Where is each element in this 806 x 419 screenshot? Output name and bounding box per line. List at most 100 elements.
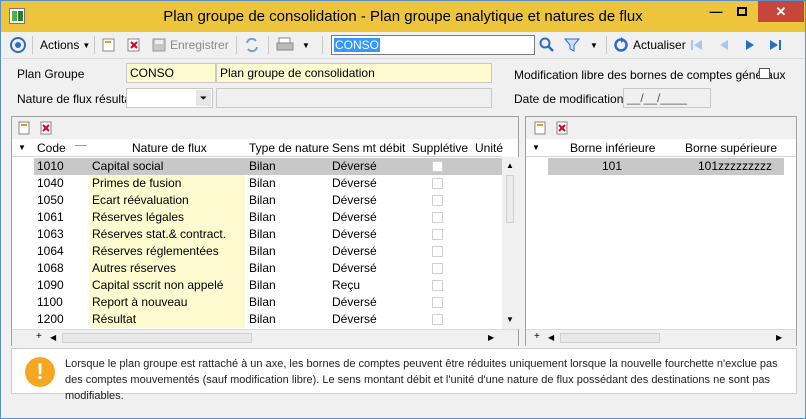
cell-type: Bilan (249, 278, 276, 292)
suppletive-checkbox[interactable] (432, 212, 443, 223)
cell-sens: Déversé (332, 159, 377, 173)
cell-sens: Déversé (332, 244, 377, 258)
next-page-icon[interactable] (743, 35, 757, 55)
cell-nature: Réserves réglementées (92, 244, 219, 258)
suppletive-checkbox[interactable] (432, 161, 443, 172)
cell-code: 1063 (37, 227, 64, 241)
cell-type: Bilan (249, 295, 276, 309)
nature-flux-resultat-label: Nature de flux résultat (17, 92, 135, 106)
previous-page-icon[interactable] (717, 35, 731, 55)
column-header-unite[interactable]: Unité (475, 141, 503, 155)
cell-sens: Déversé (332, 176, 377, 190)
new-row-icon[interactable] (18, 121, 31, 138)
column-menu-icon[interactable]: ▼ (18, 143, 26, 152)
bornes-panel: ▼ Borne inférieure Borne supérieure 101 1… (525, 116, 797, 346)
last-page-icon[interactable] (768, 35, 782, 55)
filter-icon[interactable]: ▼ (564, 35, 598, 55)
plan-groupe-code-field[interactable]: CONSO (126, 63, 216, 83)
save-icon (152, 38, 166, 52)
plan-groupe-label: Plan Groupe (17, 67, 85, 81)
table-row[interactable]: 1063 Réserves stat.& contract. Bilan Dévers… (34, 226, 502, 243)
column-header-sens[interactable]: Sens mt débit (332, 141, 405, 155)
print-button[interactable]: ▼ (276, 35, 310, 55)
suppletive-checkbox[interactable] (432, 263, 443, 274)
plan-groupe-name-field[interactable]: Plan groupe de consolidation (216, 63, 492, 83)
suppletive-checkbox[interactable] (432, 297, 443, 308)
suppletive-checkbox[interactable] (432, 246, 443, 257)
table-row[interactable]: 1064 Réserves réglementées Bilan Déversé (34, 243, 502, 260)
navigation-icon[interactable] (10, 35, 26, 55)
table-row[interactable]: 1068 Autres réserves Bilan Déversé (34, 260, 502, 277)
horizontal-scroll-thumb[interactable] (62, 333, 252, 343)
column-header-suppletive[interactable]: Supplétive (412, 141, 468, 155)
search-input[interactable]: CONSO (331, 35, 535, 55)
table-row[interactable]: 1050 Ecart réévaluation Bilan Déversé (34, 192, 502, 209)
cell-type: Bilan (249, 210, 276, 224)
minimize-button[interactable]: — (703, 1, 729, 22)
table-row[interactable]: 1200 Résultat Bilan Déversé (34, 311, 502, 328)
new-row-icon[interactable] (534, 121, 547, 138)
natures-flux-panel: ▼ Code Nature de flux Type de nature Sen… (11, 116, 519, 346)
add-row-icon[interactable]: + (36, 331, 42, 342)
scroll-left-icon[interactable]: ◀ (548, 333, 554, 342)
natures-vertical-scrollbar[interactable]: ▲ ▼ (502, 157, 519, 329)
add-row-icon[interactable]: + (534, 331, 540, 342)
maximize-button[interactable] (729, 1, 755, 22)
chevron-down-icon[interactable]: ⏷ (196, 90, 211, 106)
sort-arrow-icon (75, 145, 87, 146)
sync-icon[interactable] (244, 35, 260, 55)
scroll-down-icon[interactable]: ▼ (506, 315, 514, 324)
column-header-borne-sup[interactable]: Borne supérieure (685, 141, 777, 155)
scroll-left-icon[interactable]: ◀ (50, 333, 56, 342)
suppletive-checkbox[interactable] (432, 314, 443, 325)
scroll-right-icon[interactable]: ▶ (776, 333, 782, 342)
column-menu-icon[interactable]: ▼ (532, 143, 540, 152)
suppletive-checkbox[interactable] (432, 229, 443, 240)
natures-horizontal-scrollbar[interactable]: + ◀ ▶ (12, 329, 518, 346)
save-label: Enregistrer (170, 38, 229, 52)
table-row[interactable]: 1090 Capital sscrit non appelé Bilan Reçu (34, 277, 502, 294)
bornes-horizontal-scrollbar[interactable]: + ◀ ▶ (526, 329, 796, 346)
refresh-button[interactable]: Actualiser (613, 35, 686, 55)
scroll-up-icon[interactable]: ▲ (506, 161, 514, 170)
column-header-type[interactable]: Type de nature (249, 141, 329, 155)
delete-row-icon[interactable] (40, 121, 53, 138)
save-button[interactable]: Enregistrer (152, 35, 229, 55)
toolbar-separator (94, 36, 95, 54)
scroll-right-icon[interactable]: ▶ (488, 333, 494, 342)
column-header-nature[interactable]: Nature de flux (132, 141, 207, 155)
refresh-label: Actualiser (633, 38, 686, 52)
toolbar-separator (606, 36, 607, 54)
table-row[interactable]: 1061 Réserves légales Bilan Déversé (34, 209, 502, 226)
new-document-icon[interactable] (102, 35, 116, 55)
table-row[interactable]: 1100 Report à nouveau Bilan Déversé (34, 294, 502, 311)
column-header-borne-inf[interactable]: Borne inférieure (570, 141, 655, 155)
info-text: Lorsque le plan groupe est rattaché à un… (65, 358, 778, 402)
cell-sens: Reçu (332, 278, 361, 292)
first-page-icon[interactable] (690, 35, 704, 55)
nature-flux-resultat-select[interactable]: ⏷ (126, 88, 213, 108)
close-button[interactable]: ✕ (758, 1, 804, 22)
table-row[interactable]: 101 101zzzzzzzzz (548, 158, 784, 175)
delete-row-icon[interactable] (556, 121, 569, 138)
column-header-code[interactable]: Code (37, 141, 66, 155)
modif-libre-checkbox[interactable] (759, 68, 770, 79)
actions-menu[interactable]: Actions ▼ (40, 35, 90, 55)
table-row[interactable]: 1010 Capital social Bilan Déversé (34, 158, 502, 175)
vertical-scroll-thumb[interactable] (506, 175, 514, 223)
cell-sens: Déversé (332, 261, 377, 275)
suppletive-checkbox[interactable] (432, 280, 443, 291)
bornes-table-body: 101 101zzzzzzzzz (548, 158, 784, 329)
suppletive-checkbox[interactable] (432, 178, 443, 189)
cell-nature: Résultat (92, 312, 137, 326)
suppletive-checkbox[interactable] (432, 195, 443, 206)
cell-type: Bilan (249, 312, 276, 326)
search-icon[interactable] (539, 35, 555, 55)
delete-icon[interactable] (127, 35, 141, 55)
cell-code: 1064 (37, 244, 64, 258)
cell-code: 1068 (37, 261, 64, 275)
cell-code: 1040 (37, 176, 64, 190)
table-row[interactable]: 1040 Primes de fusion Bilan Déversé (34, 175, 502, 192)
horizontal-scroll-thumb[interactable] (560, 333, 660, 343)
modif-libre-label: Modification libre des bornes de comptes… (514, 68, 786, 82)
